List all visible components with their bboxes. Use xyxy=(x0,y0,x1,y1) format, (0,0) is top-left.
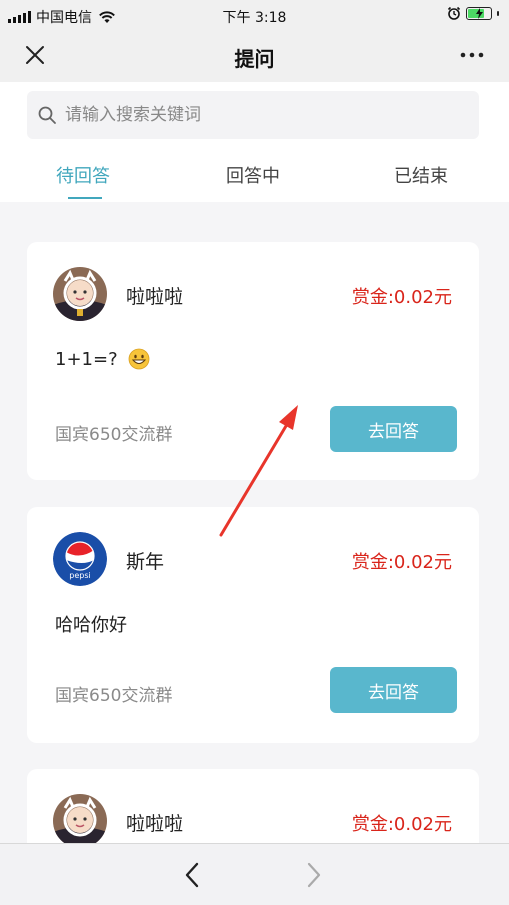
user-name: 斯年 xyxy=(126,551,165,573)
active-tab-indicator xyxy=(68,197,102,199)
tab-pending[interactable]: 待回答 xyxy=(56,162,110,188)
page-title: 提问 xyxy=(234,47,275,71)
status-bar: 中国电信 下午 3:18 xyxy=(0,0,509,30)
search-input[interactable] xyxy=(65,105,445,125)
reward-amount: 赏金:0.02元 xyxy=(351,287,452,308)
avatar xyxy=(53,794,107,848)
reward-amount: 赏金:0.02元 xyxy=(351,552,452,573)
user-name: 啦啦啦 xyxy=(126,286,184,308)
more-icon[interactable] xyxy=(457,42,487,68)
battery-tip xyxy=(497,10,499,16)
question-card: 啦啦啦 赏金:0.02元 1+1=? 国宾650交流群 去回答 xyxy=(27,242,479,480)
grinning-face-icon xyxy=(128,348,150,370)
chevron-left-icon[interactable] xyxy=(180,860,204,890)
status-time: 下午 3:18 xyxy=(222,10,287,26)
search-bar[interactable] xyxy=(27,91,479,139)
chevron-right-icon[interactable] xyxy=(302,860,326,890)
alarm-icon xyxy=(447,6,461,20)
answer-button[interactable]: 去回答 xyxy=(330,406,457,452)
search-icon xyxy=(38,106,56,124)
avatar: pepsi xyxy=(53,532,107,586)
question-text: 哈哈你好 xyxy=(55,611,127,637)
reward-amount: 赏金:0.02元 xyxy=(351,814,452,835)
nav-bar: 提问 xyxy=(0,30,509,82)
bottom-toolbar xyxy=(0,843,509,905)
avatar xyxy=(53,267,107,321)
answer-button[interactable]: 去回答 xyxy=(330,667,457,713)
question-text-label: 1+1=? xyxy=(55,348,118,370)
group-name: 国宾650交流群 xyxy=(55,686,173,706)
battery-icon xyxy=(466,6,492,20)
question-text-label: 哈哈你好 xyxy=(55,615,127,636)
status-right xyxy=(447,6,499,20)
tab-ended[interactable]: 已结束 xyxy=(394,162,448,188)
question-card: pepsi 斯年 赏金:0.02元 哈哈你好 国宾650交流群 去回答 xyxy=(27,507,479,743)
group-name: 国宾650交流群 xyxy=(55,425,173,445)
user-name: 啦啦啦 xyxy=(126,813,184,835)
question-text: 1+1=? xyxy=(55,348,150,370)
tab-answering[interactable]: 回答中 xyxy=(226,162,280,188)
pepsi-logo-text: pepsi xyxy=(69,571,90,580)
